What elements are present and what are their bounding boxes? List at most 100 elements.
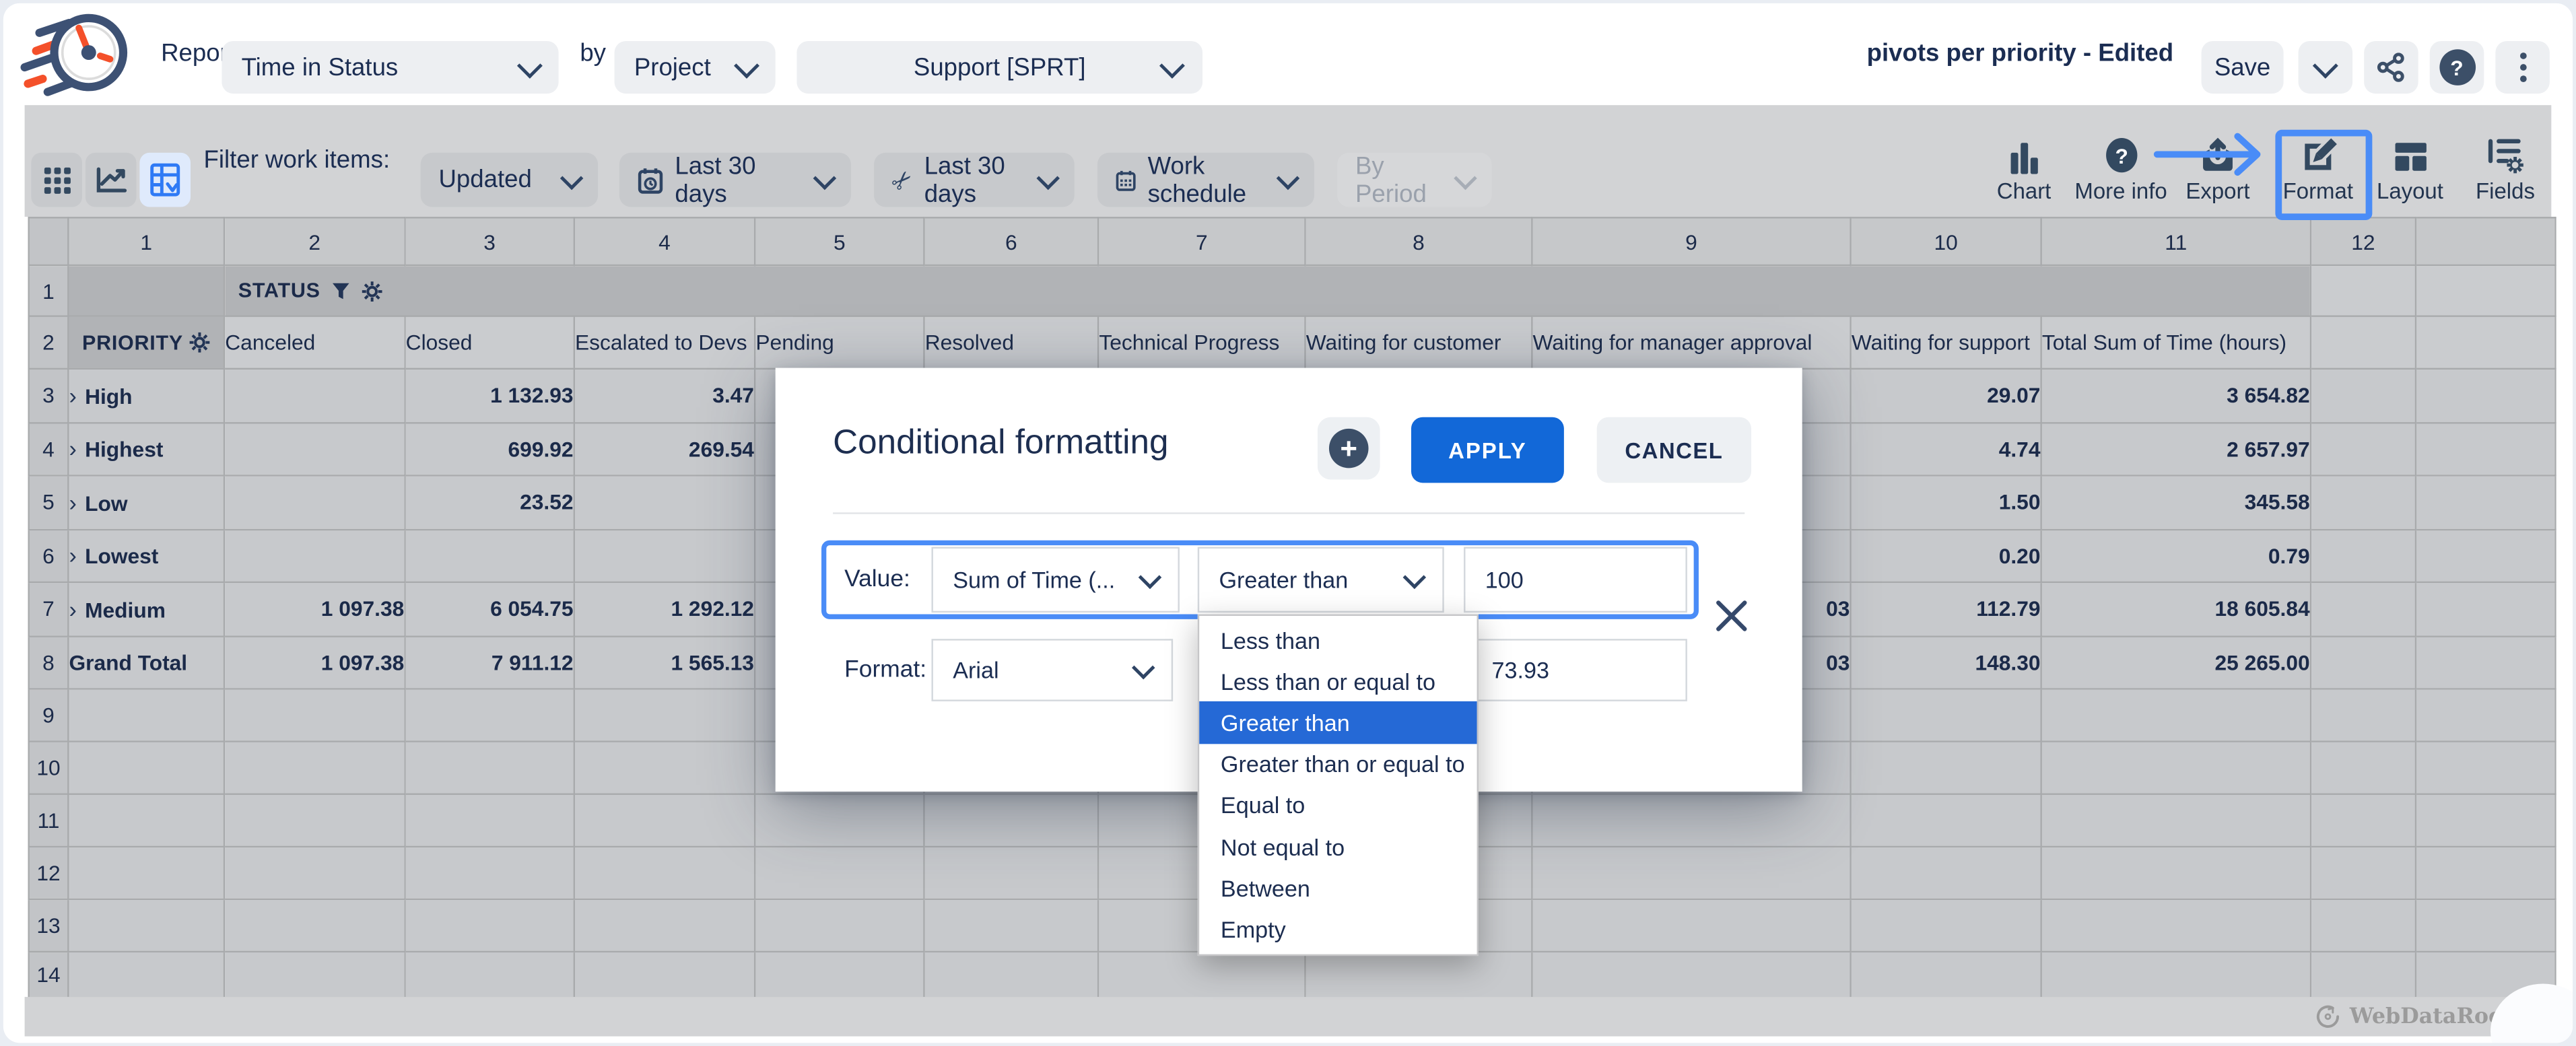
empty-cell[interactable] [405,952,574,998]
empty-cell[interactable] [68,742,224,794]
trim-range-select[interactable]: ✂ Last 30 days [874,153,1075,207]
status-column-header-4[interactable]: Pending [755,316,924,369]
empty-cell[interactable] [2041,689,2311,742]
more-menu-button[interactable] [2495,41,2550,94]
condition-option-not-equal-to[interactable]: Not equal to [1199,826,1477,867]
format-action-button[interactable]: Format [2270,131,2366,203]
empty-cell[interactable] [574,847,755,899]
priority-header-cell[interactable]: PRIORITY [68,316,224,369]
pivot-value-cell[interactable] [2311,529,2416,582]
pivot-value-cell[interactable]: 148.30 [1851,635,2041,689]
filter-field-select[interactable]: Updated [421,153,599,207]
empty-cell[interactable] [1532,794,1850,847]
empty-cell[interactable] [574,742,755,794]
pivot-value-cell[interactable]: 699.92 [405,422,574,475]
filter-funnel-icon[interactable] [332,281,350,300]
empty-cell[interactable] [405,847,574,899]
pivot-value-cell[interactable]: 25 265.00 [2041,635,2311,689]
status-column-header-1[interactable]: Canceled [224,316,405,369]
status-column-header-9[interactable]: Waiting for support [1851,316,2041,369]
empty-cell[interactable] [755,794,924,847]
pivot-value-cell[interactable] [2416,475,2555,528]
empty-cell[interactable] [405,899,574,952]
empty-cell[interactable] [2311,952,2416,998]
pivot-value-cell[interactable] [2311,422,2416,475]
status-header-cell[interactable]: STATUS [224,265,2311,316]
empty-cell[interactable] [574,899,755,952]
condition-select[interactable]: Greater than [1198,547,1444,613]
pivot-value-cell[interactable] [2311,369,2416,422]
pivot-value-cell[interactable] [2416,529,2555,582]
apply-button[interactable]: APPLY [1411,417,1564,483]
save-options-button[interactable] [2299,41,2353,94]
updated-range-select[interactable]: Last 30 days [619,153,851,207]
empty-cell[interactable] [924,847,1099,899]
empty-cell[interactable] [224,689,405,742]
empty-cell[interactable] [924,794,1099,847]
expand-chevron-icon[interactable]: › [69,489,76,516]
empty-cell[interactable] [755,899,924,952]
pivot-value-cell[interactable] [2311,582,2416,635]
empty-cell[interactable] [574,689,755,742]
condition-option-greater-than-or-equal-to[interactable]: Greater than or equal to [1199,743,1477,784]
status-column-header-8[interactable]: Waiting for manager approval [1532,316,1850,369]
pivot-value-cell[interactable]: 3.47 [574,369,755,422]
gear-icon[interactable] [362,280,383,302]
pivot-value-cell[interactable] [224,529,405,582]
pivot-value-cell[interactable] [224,369,405,422]
pivot-value-cell[interactable] [2416,369,2555,422]
export-action-button[interactable]: Export [2170,131,2266,203]
empty-cell[interactable] [405,742,574,794]
pivot-view-button[interactable] [139,153,191,207]
grid-view-button[interactable] [31,153,82,207]
row-label-cell[interactable]: ›Medium [68,582,224,635]
empty-cell[interactable] [224,952,405,998]
empty-cell[interactable] [405,794,574,847]
empty-cell[interactable] [68,847,224,899]
pivot-value-cell[interactable]: 1 097.38 [224,635,405,689]
empty-cell[interactable] [1851,952,2041,998]
empty-cell[interactable] [224,899,405,952]
layout-action-button[interactable]: Layout [2363,131,2458,203]
empty-header-cell[interactable] [2311,265,2416,316]
expand-chevron-icon[interactable]: › [69,596,76,622]
empty-cell[interactable] [68,689,224,742]
pivot-value-cell[interactable]: 1 132.93 [405,369,574,422]
empty-cell[interactable] [68,952,224,998]
status-column-header-5[interactable]: Resolved [924,316,1099,369]
remove-condition-button[interactable] [1711,596,1751,636]
empty-cell[interactable] [224,794,405,847]
empty-cell[interactable] [1851,794,2041,847]
empty-cell[interactable] [574,794,755,847]
pivot-value-cell[interactable] [574,529,755,582]
empty-cell[interactable] [1851,689,2041,742]
pivot-value-cell[interactable]: 1 292.12 [574,582,755,635]
empty-cell[interactable] [1098,952,1305,998]
threshold-input[interactable]: 100 [1464,547,1687,613]
expand-chevron-icon[interactable]: › [69,435,76,462]
empty-cell[interactable] [405,689,574,742]
empty-header-cell[interactable] [2416,316,2555,369]
report-select[interactable]: Time in Status [222,41,558,94]
pivot-value-cell[interactable] [2311,475,2416,528]
empty-cell[interactable] [2041,952,2311,998]
status-column-header-6[interactable]: Technical Progress [1098,316,1305,369]
pivot-value-cell[interactable]: 4.74 [1851,422,2041,475]
empty-cell[interactable] [924,952,1099,998]
empty-cell[interactable] [2416,794,2555,847]
empty-cell[interactable] [1851,899,2041,952]
status-column-header-3[interactable]: Escalated to Devs [574,316,755,369]
condition-option-less-than[interactable]: Less than [1199,619,1477,660]
pivot-value-cell[interactable]: 29.07 [1851,369,2041,422]
chart-action-button[interactable]: Chart [1976,131,2072,203]
empty-cell[interactable] [2041,847,2311,899]
pivot-value-cell[interactable]: 1.50 [1851,475,2041,528]
pivot-value-cell[interactable] [574,475,755,528]
empty-cell[interactable] [224,847,405,899]
empty-cell[interactable] [224,742,405,794]
pivot-value-cell[interactable] [224,422,405,475]
pivot-value-cell[interactable]: 2 657.97 [2041,422,2311,475]
empty-cell[interactable] [755,847,924,899]
pivot-value-cell[interactable]: 1 097.38 [224,582,405,635]
empty-cell[interactable] [1532,952,1850,998]
